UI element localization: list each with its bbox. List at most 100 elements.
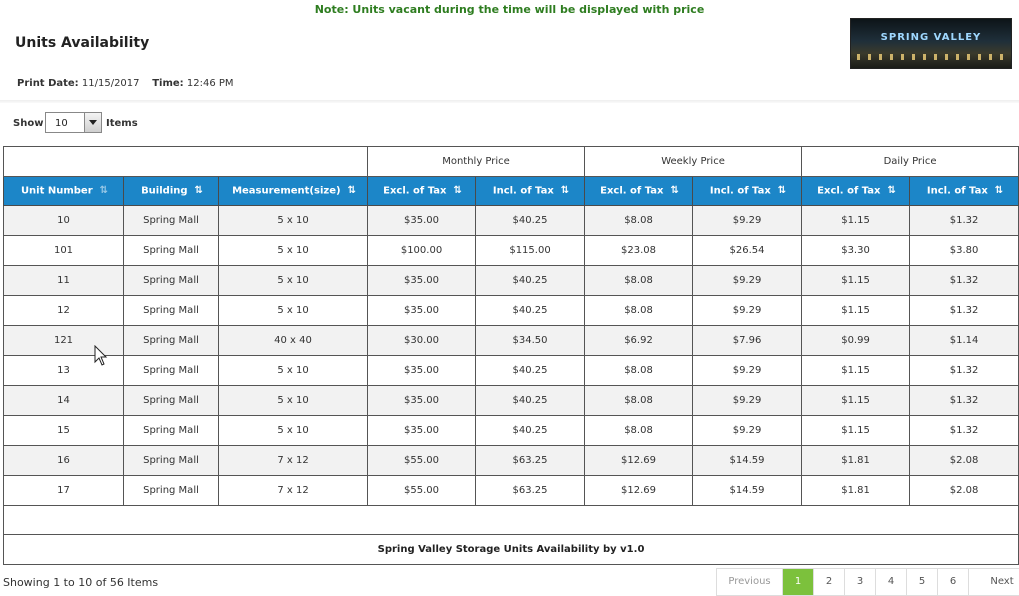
vacancy-note: Note: Units vacant during the time will … xyxy=(314,3,705,16)
page-size-select[interactable]: 10 xyxy=(45,112,102,133)
cell-weekly-incl: $26.54 xyxy=(692,235,803,266)
group-header-daily: Daily Price xyxy=(801,146,1019,177)
page-button-2[interactable]: 2 xyxy=(814,569,845,595)
cell-monthly-excl: $35.00 xyxy=(367,295,477,326)
cell-building: Spring Mall xyxy=(123,205,219,236)
sort-icon[interactable]: ⇅ xyxy=(561,185,570,196)
cell-monthly-incl: $40.25 xyxy=(475,355,586,386)
table-row: 15 Spring Mall 5 x 10 $35.00 $40.25 $8.08 $9.2… xyxy=(3,415,1019,446)
column-header-daily-excl[interactable]: Excl. of Tax ⇅ xyxy=(801,176,911,206)
previous-page-button[interactable]: Previous xyxy=(717,569,783,595)
column-label: Excl. of Tax xyxy=(817,185,881,197)
cell-measurement: 5 x 10 xyxy=(217,385,369,416)
cell-daily-excl: $1.15 xyxy=(801,265,911,296)
column-header-monthly-excl[interactable]: Excl. of Tax ⇅ xyxy=(367,176,477,206)
group-header-weekly: Weekly Price xyxy=(584,146,803,177)
column-header-measurement[interactable]: Measurement(size) ⇅ xyxy=(217,176,369,206)
cell-daily-excl: $1.15 xyxy=(801,295,911,326)
cell-daily-excl: $1.81 xyxy=(801,475,911,506)
page-button-4[interactable]: 4 xyxy=(876,569,907,595)
items-label: Items xyxy=(106,118,138,129)
units-table-body: 10 Spring Mall 5 x 10 $35.00 $40.25 $8.08 $9.2… xyxy=(2,205,1019,565)
cell-weekly-excl: $8.08 xyxy=(584,355,694,386)
spring-valley-logo: SPRING VALLEY xyxy=(850,18,1012,69)
cell-daily-incl: $1.32 xyxy=(909,355,1019,386)
cell-weekly-incl: $9.29 xyxy=(692,385,803,416)
column-header-monthly-incl[interactable]: Incl. of Tax ⇅ xyxy=(475,176,586,206)
cell-weekly-incl: $7.96 xyxy=(692,325,803,356)
cell-daily-excl: $1.15 xyxy=(801,355,911,386)
cell-measurement: 7 x 12 xyxy=(217,445,369,476)
cell-weekly-excl: $23.08 xyxy=(584,235,694,266)
cell-weekly-incl: $9.29 xyxy=(692,295,803,326)
page-button-1[interactable]: 1 xyxy=(783,569,814,595)
cell-building: Spring Mall xyxy=(123,265,219,296)
cell-measurement: 5 x 10 xyxy=(217,205,369,236)
sort-icon[interactable]: ⇅ xyxy=(778,185,787,196)
sort-icon[interactable]: ⇅ xyxy=(995,185,1004,196)
cell-weekly-excl: $8.08 xyxy=(584,415,694,446)
sort-icon[interactable]: ⇅ xyxy=(454,185,463,196)
sort-icon[interactable]: ⇅ xyxy=(195,185,204,196)
column-header-unit-number[interactable]: Unit Number ⇅ xyxy=(3,176,124,206)
table-row: 11 Spring Mall 5 x 10 $35.00 $40.25 $8.08 $9.2… xyxy=(3,265,1019,296)
cell-monthly-incl: $40.25 xyxy=(475,295,586,326)
cell-daily-excl: $3.30 xyxy=(801,235,911,266)
cell-daily-excl: $1.15 xyxy=(801,385,911,416)
cell-unit-number: 12 xyxy=(3,295,124,326)
table-row: 121 Spring Mall 40 x 40 $30.00 $34.50 $6.92 $7… xyxy=(3,325,1019,356)
next-page-button[interactable]: Next xyxy=(969,569,1019,595)
cell-daily-incl: $1.32 xyxy=(909,415,1019,446)
sort-icon[interactable]: ⇅ xyxy=(348,185,357,196)
cell-unit-number: 10 xyxy=(3,205,124,236)
sort-icon[interactable]: ⇅ xyxy=(671,185,680,196)
empty-cell xyxy=(2,505,1019,535)
cell-daily-incl: $1.32 xyxy=(909,265,1019,296)
table-row: 13 Spring Mall 5 x 10 $35.00 $40.25 $8.08 $9.2… xyxy=(3,355,1019,386)
cell-weekly-incl: $14.59 xyxy=(692,445,803,476)
column-label: Incl. of Tax xyxy=(492,185,554,197)
cell-weekly-incl: $9.29 xyxy=(692,355,803,386)
cell-building: Spring Mall xyxy=(123,325,219,356)
cell-monthly-incl: $40.25 xyxy=(475,385,586,416)
cell-weekly-incl: $9.29 xyxy=(692,265,803,296)
table-row: 10 Spring Mall 5 x 10 $35.00 $40.25 $8.08 $9.2… xyxy=(3,205,1019,236)
page-button-5[interactable]: 5 xyxy=(907,569,938,595)
cell-monthly-excl: $30.00 xyxy=(367,325,477,356)
column-label: Unit Number xyxy=(20,185,93,197)
column-label: Excl. of Tax xyxy=(383,185,447,197)
cell-monthly-excl: $55.00 xyxy=(367,445,477,476)
page-button-6[interactable]: 6 xyxy=(938,569,969,595)
print-date: 11/15/2017 xyxy=(81,78,140,89)
chevron-down-icon[interactable] xyxy=(84,113,101,132)
cell-monthly-incl: $40.25 xyxy=(475,205,586,236)
cell-weekly-excl: $12.69 xyxy=(584,475,694,506)
sort-icon[interactable]: ⇅ xyxy=(100,185,109,196)
column-header-weekly-excl[interactable]: Excl. of Tax ⇅ xyxy=(584,176,694,206)
cell-building: Spring Mall xyxy=(123,475,219,506)
cell-building: Spring Mall xyxy=(123,295,219,326)
page-size-value: 10 xyxy=(55,118,68,129)
column-header-building[interactable]: Building ⇅ xyxy=(123,176,219,206)
group-header-blank xyxy=(2,146,369,177)
cell-monthly-excl: $35.00 xyxy=(367,205,477,236)
cell-unit-number: 15 xyxy=(3,415,124,446)
column-label: Building xyxy=(141,185,188,197)
empty-row xyxy=(2,505,1019,535)
page-button-3[interactable]: 3 xyxy=(845,569,876,595)
print-info: Print Date: 11/15/2017 Time: 12:46 PM xyxy=(17,78,234,89)
cell-building: Spring Mall xyxy=(123,415,219,446)
cell-measurement: 5 x 10 xyxy=(217,355,369,386)
cell-unit-number: 16 xyxy=(3,445,124,476)
group-header-monthly: Monthly Price xyxy=(367,146,586,177)
logo-text: SPRING VALLEY xyxy=(880,32,982,43)
cell-measurement: 5 x 10 xyxy=(217,265,369,296)
column-header-daily-incl[interactable]: Incl. of Tax ⇅ xyxy=(909,176,1019,206)
table-row: 14 Spring Mall 5 x 10 $35.00 $40.25 $8.08 $9.2… xyxy=(3,385,1019,416)
cell-monthly-excl: $35.00 xyxy=(367,355,477,386)
cell-measurement: 5 x 10 xyxy=(217,415,369,446)
cell-building: Spring Mall xyxy=(123,385,219,416)
column-header-weekly-incl[interactable]: Incl. of Tax ⇅ xyxy=(692,176,803,206)
cell-measurement: 5 x 10 xyxy=(217,235,369,266)
sort-icon[interactable]: ⇅ xyxy=(888,185,897,196)
